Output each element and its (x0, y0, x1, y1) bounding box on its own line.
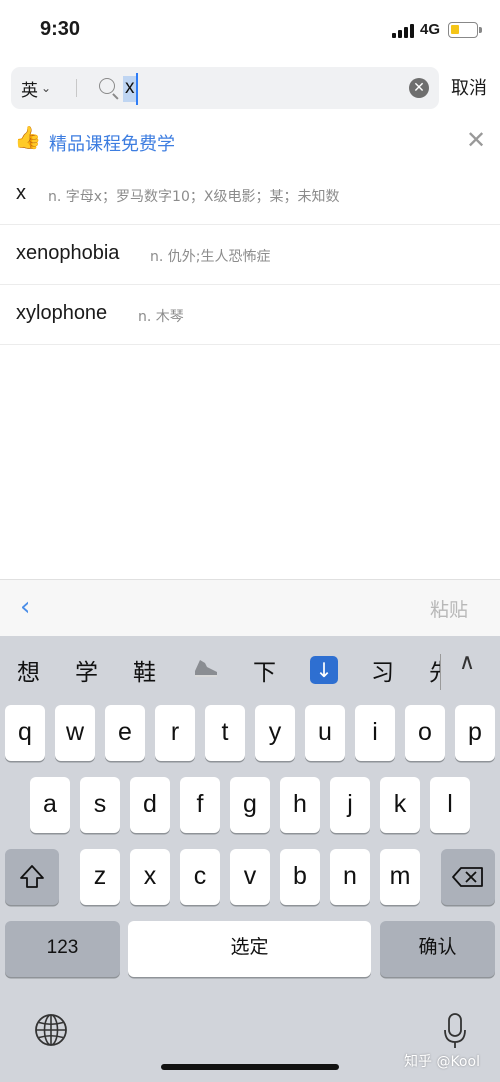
key-c[interactable]: c (180, 849, 220, 905)
keyboard-accessory-bar: ‹ 粘贴 (0, 579, 500, 636)
key-g[interactable]: g (230, 777, 270, 833)
key-i[interactable]: i (355, 705, 395, 761)
chevron-left-icon[interactable]: ‹ (20, 592, 30, 622)
watermark: 知乎 @Kool (404, 1054, 480, 1070)
candidate-word[interactable]: 下 (253, 653, 276, 687)
close-icon[interactable]: ✕ (466, 128, 486, 152)
key-v[interactable]: v (230, 849, 270, 905)
key-d[interactable]: d (130, 777, 170, 833)
key-p[interactable]: p (455, 705, 495, 761)
candidate-word[interactable]: 鞋 (133, 653, 156, 687)
candidate-bar: 想 学 鞋 下 ↓ 习 先 ∧ (0, 636, 500, 700)
candidate-word[interactable]: 先 (429, 653, 440, 687)
key-t[interactable]: t (205, 705, 245, 761)
home-indicator (161, 1064, 339, 1070)
suggestion-item[interactable]: xenophobia n. 仇外;生人恐怖症 (0, 225, 500, 285)
search-box: 英 ⌄ ✕ (11, 67, 439, 109)
down-arrow-icon[interactable]: ↓ (310, 656, 338, 684)
confirm-key[interactable]: 确认 (380, 921, 495, 977)
numbers-key[interactable]: 123 (5, 921, 120, 977)
key-x[interactable]: x (130, 849, 170, 905)
key-z[interactable]: z (80, 849, 120, 905)
key-u[interactable]: u (305, 705, 345, 761)
keyboard: 想 学 鞋 下 ↓ 习 先 ∧ q w e r t y u i o p a s … (0, 636, 500, 1082)
language-toggle[interactable]: 英 ⌄ (21, 76, 52, 101)
language-label: 英 (21, 80, 38, 101)
battery-icon (448, 22, 482, 38)
text-caret (136, 73, 138, 105)
suggestion-item[interactable]: xylophone n. 木琴 (0, 285, 500, 345)
key-l[interactable]: l (430, 777, 470, 833)
clear-icon[interactable]: ✕ (409, 78, 429, 98)
key-n[interactable]: n (330, 849, 370, 905)
network-type: 4G (420, 21, 441, 38)
key-y[interactable]: y (255, 705, 295, 761)
suggestion-word: xylophone (16, 302, 108, 324)
promo-banner[interactable]: 👍 精品课程免费学 ✕ (0, 120, 500, 164)
thumbs-up-icon: 👍 (14, 126, 42, 151)
suggestion-definition: n. 仇外;生人恐怖症 (150, 249, 271, 265)
suggestion-definition: n. 木琴 (138, 309, 184, 325)
key-h[interactable]: h (280, 777, 320, 833)
suggestion-word: xenophobia (16, 242, 120, 264)
backspace-icon (452, 867, 483, 887)
key-s[interactable]: s (80, 777, 120, 833)
backspace-key[interactable] (441, 849, 495, 905)
candidate-word[interactable]: 学 (75, 653, 98, 687)
key-a[interactable]: a (30, 777, 70, 833)
key-j[interactable]: j (330, 777, 370, 833)
key-o[interactable]: o (405, 705, 445, 761)
key-f[interactable]: f (180, 777, 220, 833)
search-input[interactable] (125, 74, 395, 102)
divider (440, 654, 441, 690)
divider (76, 79, 77, 97)
key-e[interactable]: e (105, 705, 145, 761)
suggestion-definition: n. 字母x；罗马数字10；X级电影；某；未知数 (48, 189, 340, 205)
search-icon (99, 78, 119, 100)
signal-icon (392, 22, 414, 38)
chevron-up-icon[interactable]: ∧ (459, 650, 475, 675)
globe-icon[interactable] (34, 1013, 68, 1047)
suggestion-word: x (16, 182, 26, 204)
search-header: 英 ⌄ ✕ 取消 (0, 62, 500, 118)
status-time: 9:30 (40, 18, 81, 40)
candidate-word[interactable]: 习 (371, 653, 394, 687)
key-b[interactable]: b (280, 849, 320, 905)
key-q[interactable]: q (5, 705, 45, 761)
cancel-button[interactable]: 取消 (451, 74, 487, 100)
shoe-icon[interactable] (192, 654, 220, 682)
suggestion-item[interactable]: x n. 字母x；罗马数字10；X级电影；某；未知数 (0, 165, 500, 225)
key-w[interactable]: w (55, 705, 95, 761)
paste-button[interactable]: 粘贴 (430, 595, 468, 622)
key-k[interactable]: k (380, 777, 420, 833)
candidate-word[interactable]: 想 (17, 653, 40, 687)
space-key[interactable]: 选定 (128, 921, 371, 977)
promo-text[interactable]: 精品课程免费学 (49, 130, 175, 156)
key-m[interactable]: m (380, 849, 420, 905)
shift-key[interactable] (5, 849, 59, 905)
shift-icon (20, 865, 44, 888)
key-r[interactable]: r (155, 705, 195, 761)
status-bar: 9:30 4G (0, 0, 500, 60)
chevron-down-icon: ⌄ (41, 81, 52, 95)
microphone-icon[interactable] (443, 1013, 467, 1049)
